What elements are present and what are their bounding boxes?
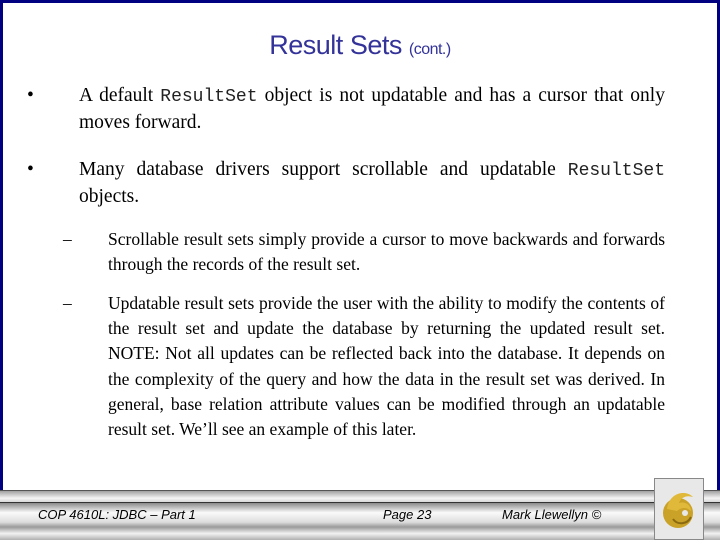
sub-item-text: Scrollable result sets simply provide a … (108, 229, 665, 275)
bullet-marker: • (27, 85, 34, 106)
bullet-text-pre: Many database drivers support scrollable… (79, 159, 568, 180)
footer-band-bottom (0, 527, 720, 540)
bullet-1: • A default ResultSet object is not upda… (27, 83, 665, 135)
sub-item-updatable: – Updatable result sets provide the user… (63, 291, 665, 442)
bullet-marker: • (27, 159, 34, 180)
bullet-text-pre: A default (79, 85, 161, 106)
sub-item-scrollable: – Scrollable result sets simply provide … (63, 227, 665, 277)
sub-item-text: Updatable result sets provide the user w… (108, 293, 665, 440)
dash-marker: – (63, 229, 72, 249)
code-resultset: ResultSet (567, 161, 665, 181)
footer-bar: COP 4610L: JDBC – Part 1 Page 23 Mark Ll… (0, 490, 720, 540)
footer-author: Mark Llewellyn © (502, 507, 602, 522)
code-resultset: ResultSet (160, 87, 258, 107)
title-main: Result Sets (269, 30, 402, 60)
dash-marker: – (63, 293, 72, 313)
bullet-text-post: objects. (79, 186, 140, 207)
footer-course: COP 4610L: JDBC – Part 1 (38, 507, 196, 522)
footer-page-number: Page 23 (383, 507, 432, 522)
bullet-2: • Many database drivers support scrollab… (27, 157, 665, 209)
pegasus-icon (663, 493, 693, 528)
slide-title: Result Sets (cont.) (0, 30, 720, 61)
title-suffix: (cont.) (408, 41, 451, 58)
ucf-pegasus-logo-icon (654, 478, 704, 540)
